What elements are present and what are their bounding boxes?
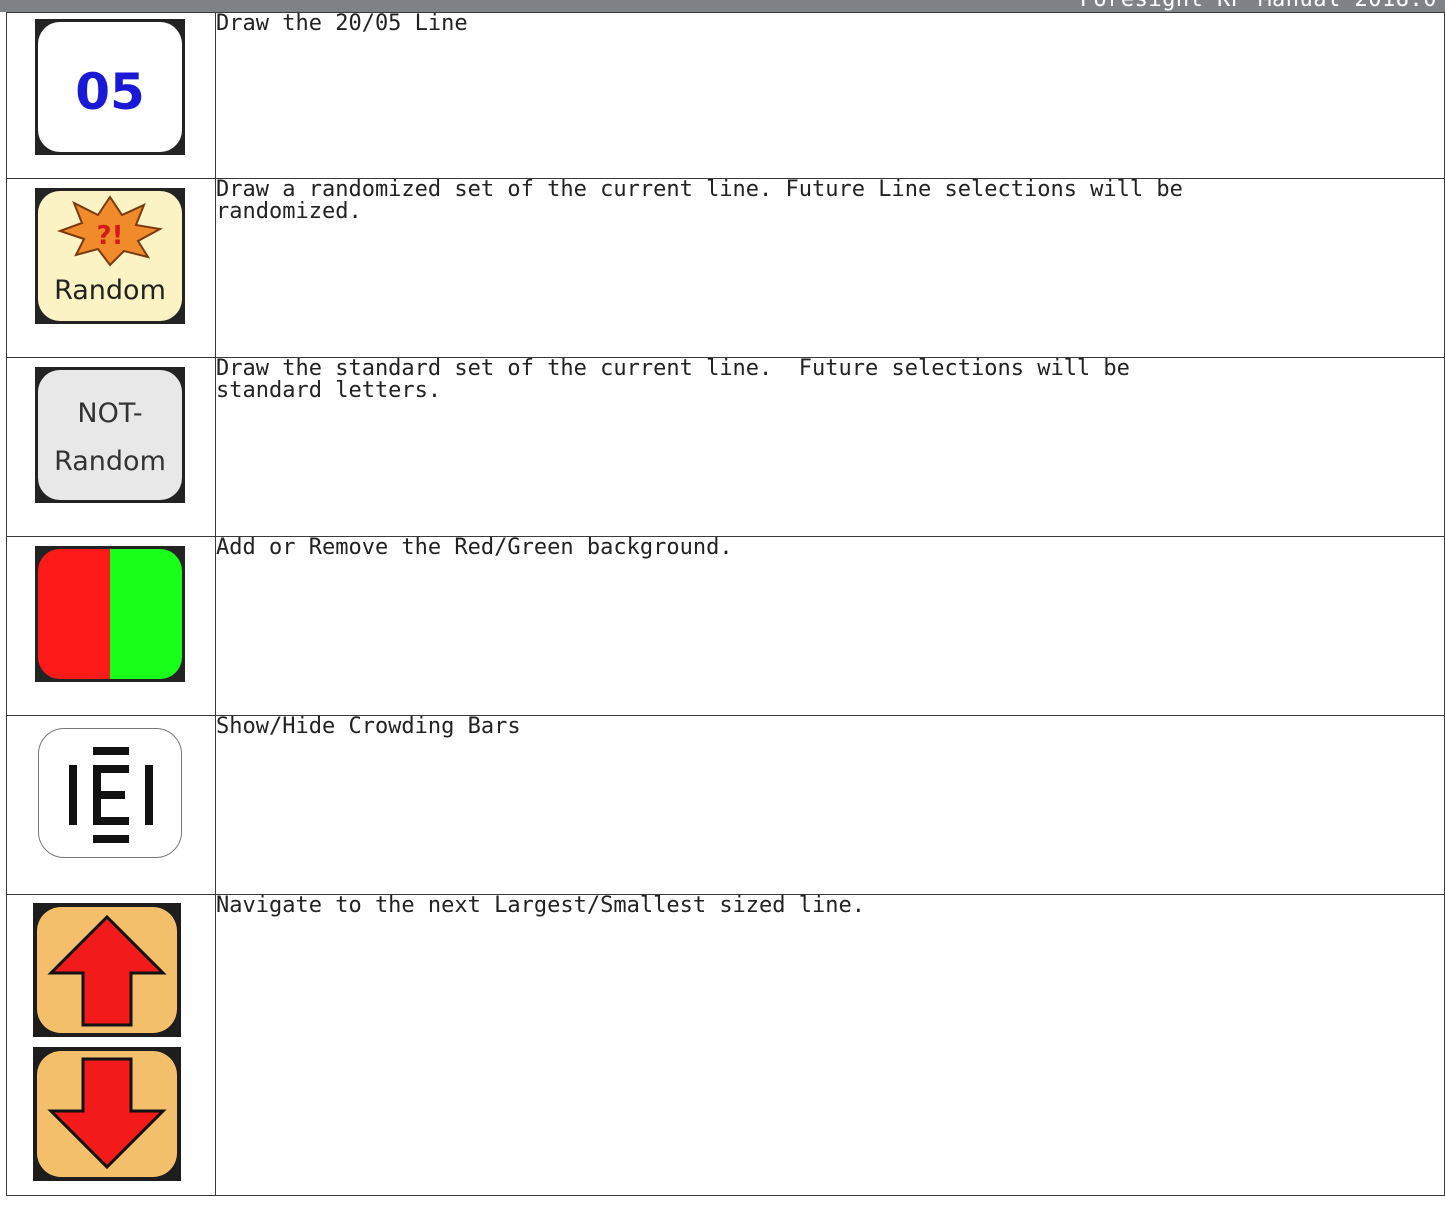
- random-icon-symbol: ?!: [97, 221, 124, 251]
- description-crowding-bars: Show/Hide Crowding Bars: [215, 715, 1445, 895]
- not-random-icon: NOT- Random: [35, 367, 185, 503]
- 05-line-icon-label: 05: [75, 63, 145, 121]
- description-not-random: Draw the standard set of the current lin…: [215, 357, 1445, 537]
- table-row: Show/Hide Crowding Bars: [6, 715, 1445, 895]
- red-half: [38, 549, 110, 679]
- icon-cell: NOT- Random: [6, 357, 216, 537]
- manual-header-text: Foresight KP Manual 2018.0: [1080, 0, 1437, 12]
- table-row: Navigate to the next Largest/Smallest si…: [6, 894, 1445, 1196]
- random-icon-label: Random: [54, 275, 166, 306]
- icon-cell: ?! Random: [6, 178, 216, 358]
- table-row: ?! Random Draw a randomized set of the c…: [6, 178, 1445, 358]
- red-green-icon: [35, 546, 185, 682]
- table-row: NOT- Random Draw the standard set of the…: [6, 357, 1445, 537]
- icon-cell: [6, 894, 216, 1196]
- down-arrow-icon: [33, 1047, 181, 1181]
- description-red-green: Add or Remove the Red/Green background.: [215, 536, 1445, 716]
- icon-cell: [6, 536, 216, 716]
- table-row: 05 Draw the 20/05 Line: [6, 12, 1445, 179]
- not-random-icon-top-label: NOT-: [77, 398, 142, 429]
- button-reference-table: 05 Draw the 20/05 Line ?! Random Draw a …: [6, 12, 1445, 1196]
- 05-line-icon: 05: [35, 19, 185, 155]
- description-05-line: Draw the 20/05 Line: [215, 12, 1445, 179]
- random-icon: ?! Random: [35, 188, 185, 324]
- up-arrow-icon: [33, 903, 181, 1037]
- table-row: Add or Remove the Red/Green background.: [6, 536, 1445, 716]
- description-random: Draw a randomized set of the current lin…: [215, 178, 1445, 358]
- icon-cell: 05: [6, 12, 216, 179]
- crowding-bars-icon: [35, 725, 185, 861]
- not-random-icon-label: Random: [54, 446, 166, 477]
- green-half: [110, 549, 182, 679]
- description-navigate-lines: Navigate to the next Largest/Smallest si…: [215, 894, 1445, 1196]
- icon-cell: [6, 715, 216, 895]
